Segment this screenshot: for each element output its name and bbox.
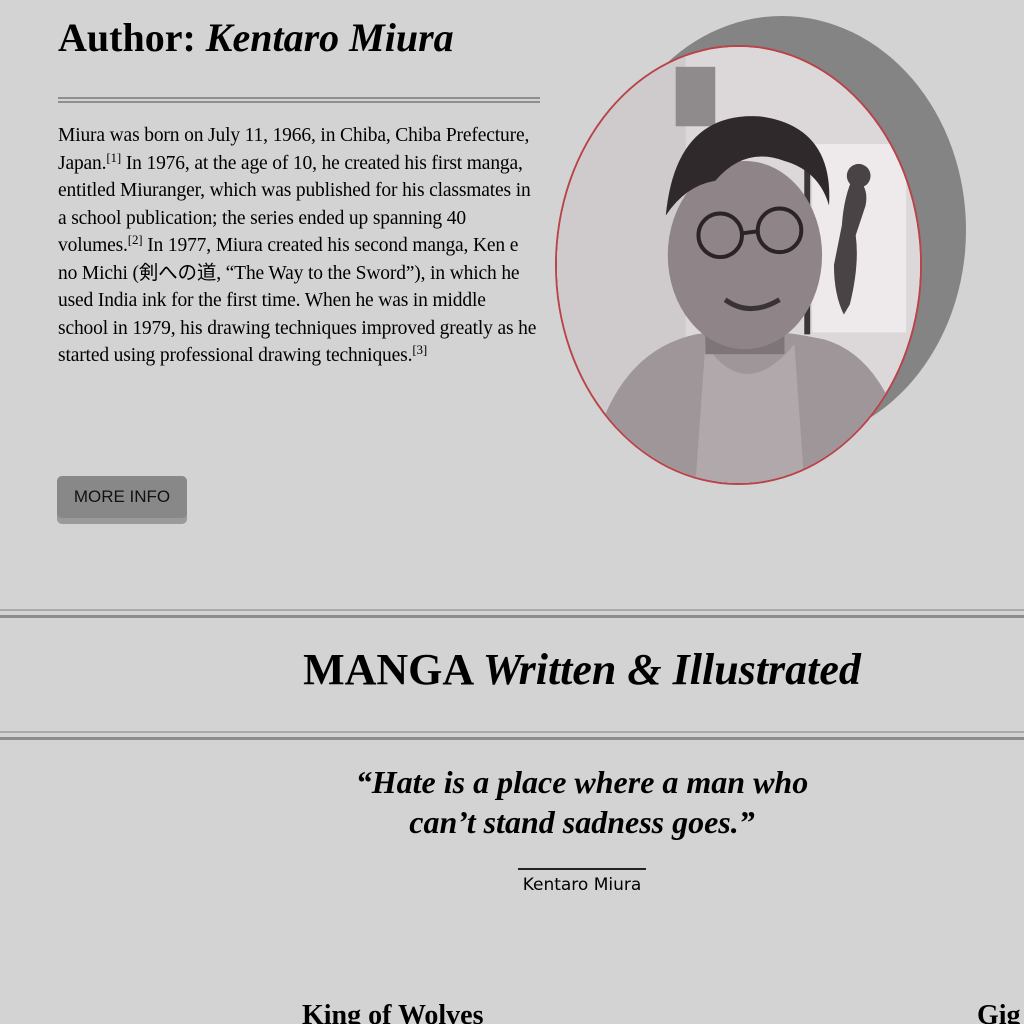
quote-divider (518, 868, 646, 870)
author-photo (555, 45, 922, 485)
author-heading: Author: Kentaro Miura (58, 14, 454, 62)
section-divider (58, 97, 540, 103)
manga-heading-italic: Written & Illustrated (482, 645, 861, 694)
footnote-link-3[interactable]: [3] (412, 342, 427, 357)
section-divider-bottom (0, 731, 1024, 740)
author-portrait-icon (557, 47, 920, 483)
author-bio: Miura was born on July 11, 1966, in Chib… (58, 122, 540, 370)
quote-attribution: Kentaro Miura (522, 875, 642, 895)
quote-line-1: “Hate is a place where a man who (355, 764, 809, 800)
manga-heading-bold: MANGA (303, 645, 472, 694)
author-name: Kentaro Miura (205, 15, 454, 60)
bio-text-3: In 1977, Miura created his second manga,… (58, 235, 537, 366)
book-title[interactable]: King of Wolves (302, 998, 484, 1024)
author-quote: “Hate is a place where a man who can’t st… (282, 762, 882, 842)
manga-section-heading: MANGA Written & Illustrated (0, 643, 1024, 697)
quote-line-2: can’t stand sadness goes.” (409, 804, 755, 840)
footnote-link-2[interactable]: [2] (128, 232, 143, 247)
more-info-button[interactable]: MORE INFO (57, 476, 187, 518)
footnote-link-1[interactable]: [1] (106, 150, 121, 165)
book-title[interactable]: Gig (977, 998, 1021, 1024)
author-heading-label: Author: (58, 15, 196, 60)
section-divider-top (0, 609, 1024, 618)
